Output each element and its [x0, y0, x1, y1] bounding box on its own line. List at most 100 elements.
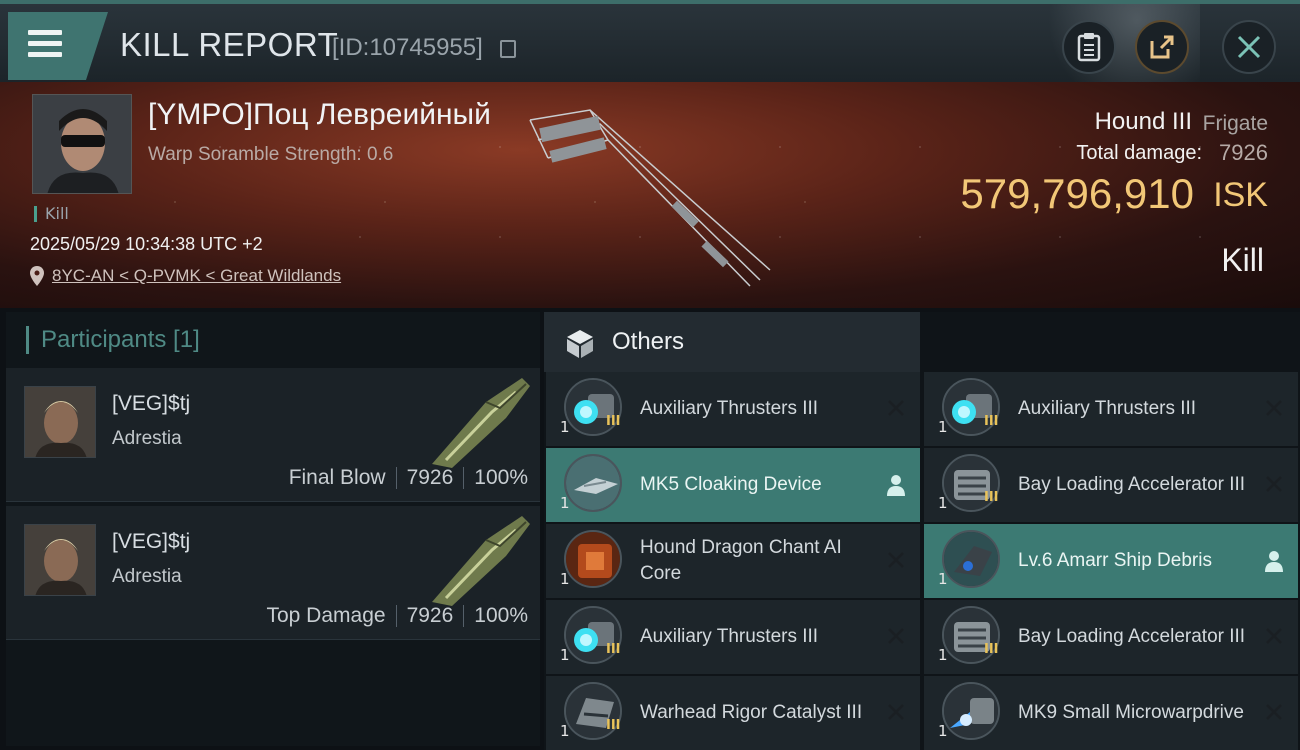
participant-ship-image — [432, 378, 530, 468]
clipboard-button[interactable] — [1062, 20, 1116, 74]
participant-role: Top Damage — [266, 604, 386, 627]
item-tile[interactable]: 1 MK5 Cloaking Device — [546, 448, 920, 522]
participant-avatar[interactable] — [24, 524, 96, 596]
kill-tag: Kill — [34, 206, 69, 222]
close-icon[interactable] — [886, 702, 906, 722]
participant-percent: 100% — [474, 466, 528, 489]
participant-name: [VEG]$tj — [112, 392, 191, 415]
item-label: Hound Dragon Chant AI Core — [640, 537, 842, 584]
item-quantity: 1 — [938, 494, 948, 512]
item-quantity: 1 — [938, 570, 948, 588]
participant-stats: Top Damage 7926 100% — [266, 604, 528, 628]
participant-role: Final Blow — [288, 466, 386, 489]
location-text: 8YC-AN < Q-PVMK < Great Wildlands — [52, 266, 342, 285]
copy-icon[interactable] — [500, 40, 516, 58]
participants-header: Participants [1] — [26, 326, 200, 354]
ship-class: Frigate — [1202, 112, 1268, 135]
item-tile[interactable]: 1 MK9 Small Microwarpdrive — [924, 676, 1298, 750]
close-icon[interactable] — [886, 626, 906, 646]
item-quantity: 1 — [938, 646, 948, 664]
item-label: MK9 Small Microwarpdrive — [1018, 702, 1244, 723]
item-quantity: 1 — [560, 418, 570, 436]
item-quantity: 1 — [938, 722, 948, 740]
participants-panel: Participants [1] [VEG]$tj Adrestia Final… — [6, 312, 540, 746]
item-quantity: 1 — [560, 570, 570, 588]
total-damage-label: Total damage: — [1076, 142, 1202, 164]
close-icon[interactable] — [1264, 474, 1284, 494]
participant-corp: Adrestia — [112, 428, 182, 449]
participant-stats: Final Blow 7926 100% — [289, 466, 528, 490]
isk-value: 579,796,910 — [960, 170, 1194, 217]
item-tier-badge: III — [606, 642, 621, 657]
item-tile[interactable]: 1 Lv.6 Amarr Ship Debris — [924, 524, 1298, 598]
participant-name: [VEG]$tj — [112, 530, 191, 553]
close-icon[interactable] — [1264, 702, 1284, 722]
ship-image — [529, 109, 771, 287]
close-icon[interactable] — [886, 550, 906, 570]
item-tile[interactable]: 1 III Bay Loading Accelerator III — [924, 600, 1298, 674]
victim-subtitle: Warp Soramble Strength: 0.6 — [148, 144, 394, 165]
isk-unit: ISK — [1213, 176, 1268, 214]
item-label: Bay Loading Accelerator III — [1018, 626, 1246, 647]
total-damage-value: 7926 — [1219, 140, 1268, 165]
share-button[interactable] — [1135, 20, 1189, 74]
others-panel: Others 1 III Auxiliary Thrusters III 1 III Au… — [544, 312, 1300, 750]
item-label: Warhead Rigor Catalyst III — [640, 702, 863, 723]
ship-name: Hound III — [1094, 108, 1192, 135]
kill-type-label: Kill — [1221, 242, 1264, 278]
item-label: Lv.6 Amarr Ship Debris — [1018, 550, 1212, 571]
user-icon[interactable] — [1264, 550, 1284, 572]
item-label: Auxiliary Thrusters III — [1018, 398, 1197, 419]
participant-row[interactable]: [VEG]$tj Adrestia Top Damage 7926 100% — [6, 506, 540, 640]
item-tier-badge: III — [606, 718, 621, 733]
close-icon[interactable] — [1264, 626, 1284, 646]
kill-timestamp: 2025/05/29 10:34:38 UTC +2 — [30, 234, 263, 254]
share-icon — [1150, 35, 1174, 59]
item-tile[interactable]: 1 III Auxiliary Thrusters III — [924, 372, 1298, 446]
item-tile[interactable]: 1 III Bay Loading Accelerator III — [924, 448, 1298, 522]
participant-avatar[interactable] — [24, 386, 96, 458]
close-icon[interactable] — [1264, 398, 1284, 418]
close-icon[interactable] — [886, 398, 906, 418]
menu-button[interactable] — [8, 12, 108, 80]
item-quantity: 1 — [560, 494, 570, 512]
location-link[interactable]: 8YC-AN < Q-PVMK < Great Wildlands — [30, 266, 341, 286]
participant-ship-image — [432, 516, 530, 606]
victim-name: [YMPO]Поц Левреийный — [148, 98, 491, 131]
kill-banner: [YMPO]Поц Левреийный Warp Soramble Stren… — [0, 82, 1300, 308]
item-tier-badge: III — [984, 642, 999, 657]
participant-damage: 7926 — [406, 466, 454, 489]
item-tile[interactable]: 1 III Warhead Rigor Catalyst III — [546, 676, 920, 750]
location-pin-icon — [30, 266, 44, 286]
victim-avatar[interactable] — [32, 94, 132, 194]
item-tile[interactable]: 1 Hound Dragon Chant AI Core — [546, 524, 920, 598]
participant-damage: 7926 — [406, 604, 454, 627]
participant-percent: 100% — [474, 604, 528, 627]
user-icon[interactable] — [886, 474, 906, 496]
debris-icon — [942, 530, 1000, 588]
ai-core-icon — [564, 530, 622, 588]
item-quantity: 1 — [560, 646, 570, 664]
close-icon — [1237, 35, 1261, 59]
others-title: Others — [612, 328, 685, 355]
clipboard-icon — [1077, 33, 1101, 62]
item-tile[interactable]: 1 III Auxiliary Thrusters III — [546, 600, 920, 674]
cloak-icon — [564, 454, 622, 512]
item-tier-badge: III — [984, 414, 999, 429]
item-quantity: 1 — [938, 418, 948, 436]
participant-corp: Adrestia — [112, 566, 182, 587]
participant-row[interactable]: [VEG]$tj Adrestia Final Blow 7926 100% — [6, 368, 540, 502]
microwarpdrive-icon — [942, 682, 1000, 740]
header-bar: KILL REPORT [ID:10745955] — [0, 0, 1300, 86]
item-label: Auxiliary Thrusters III — [640, 398, 819, 419]
cube-icon — [567, 330, 593, 358]
item-label: Bay Loading Accelerator III — [1018, 474, 1246, 495]
item-quantity: 1 — [560, 722, 570, 740]
page-title: KILL REPORT — [120, 26, 339, 63]
item-tile[interactable]: 1 III Auxiliary Thrusters III — [546, 372, 920, 446]
others-header: Others — [544, 312, 920, 372]
item-label: Auxiliary Thrusters III — [640, 626, 819, 647]
close-button[interactable] — [1222, 20, 1276, 74]
item-label: MK5 Cloaking Device — [640, 474, 822, 495]
item-tier-badge: III — [606, 414, 621, 429]
